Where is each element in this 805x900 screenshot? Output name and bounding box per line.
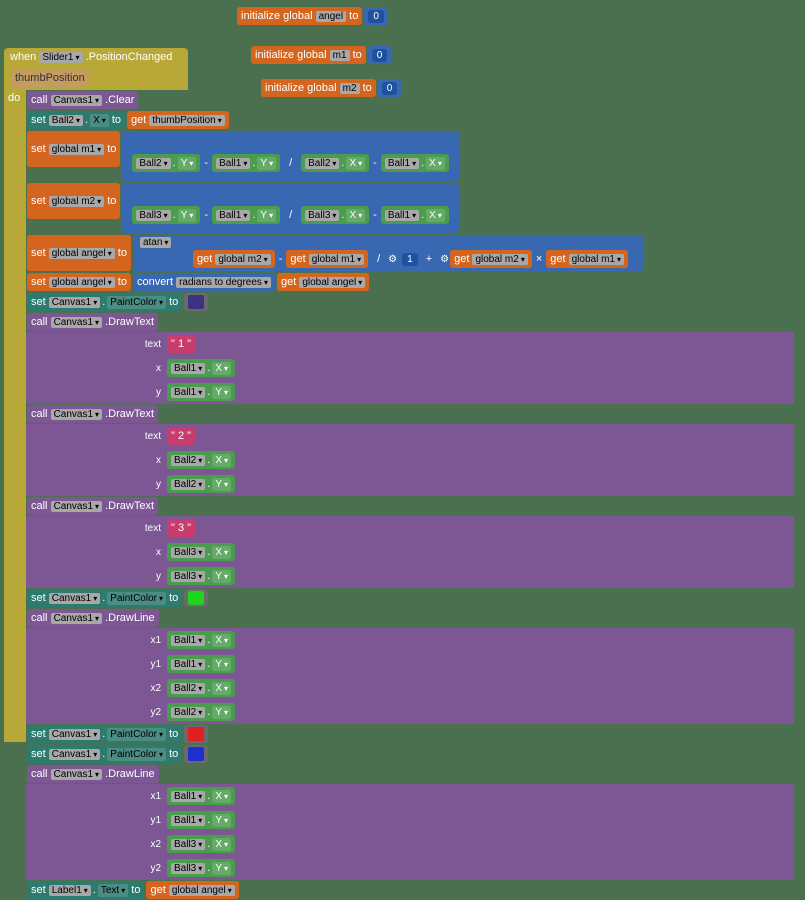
set-gangel-conv[interactable]: set global angel▾ to: [27, 273, 131, 291]
slider-dd[interactable]: Slider1▾: [39, 52, 82, 63]
set-gangel-atan[interactable]: set global angel▾ to: [27, 235, 131, 271]
gear-icon[interactable]: ⚙: [440, 254, 449, 265]
set-paint-green[interactable]: set Canvas1▾.PaintColor▾ to: [27, 589, 182, 607]
convert-block[interactable]: convert radians to degrees▾: [133, 273, 275, 291]
call-drawtext-3[interactable]: call Canvas1▾ .DrawText: [27, 497, 158, 515]
div-m1[interactable]: Ball2▾.Y▾ - Ball1▾.Y▾ / Ball2▾.X▾ - Ball…: [122, 131, 458, 181]
do-label: do: [8, 92, 20, 104]
color-swatch-dark: [188, 295, 204, 309]
set-gm1[interactable]: set global m1▾ to: [27, 131, 120, 167]
num-0-a[interactable]: 0: [364, 7, 388, 25]
color-swatch-blue: [188, 747, 204, 761]
get-thumb[interactable]: get thumbPosition▾: [127, 111, 229, 129]
gear-icon[interactable]: ⚙: [388, 254, 397, 265]
atan-block[interactable]: atan▾ get global m2▾ - get global m1▾ / …: [133, 235, 643, 271]
set-paint-dark[interactable]: set Canvas1▾.PaintColor▾ to: [27, 293, 182, 311]
param-thumb[interactable]: thumbPosition: [11, 69, 89, 87]
get-gangel[interactable]: get global angel▾: [146, 881, 238, 899]
init-angel[interactable]: initialize global angel to: [237, 7, 362, 25]
set-paint-red[interactable]: set Canvas1▾.PaintColor▾ to: [27, 725, 182, 743]
call-drawtext-2[interactable]: call Canvas1▾ .DrawText: [27, 405, 158, 423]
call-drawline-2[interactable]: call Canvas1▾ .DrawLine: [27, 765, 159, 783]
call-clear[interactable]: call Canvas1▾ .Clear: [27, 91, 138, 109]
var-angel[interactable]: angel: [316, 11, 346, 22]
set-gm2[interactable]: set global m2▾ to: [27, 183, 120, 219]
when-header[interactable]: when Slider1▾ .PositionChanged: [4, 48, 188, 66]
call-drawtext-1[interactable]: call Canvas1▾ .DrawText: [27, 313, 158, 331]
color-swatch-red: [188, 727, 204, 741]
call-drawline-1[interactable]: call Canvas1▾ .DrawLine: [27, 609, 159, 627]
color-swatch-green: [188, 591, 204, 605]
div-m2[interactable]: Ball3▾.Y▾ - Ball1▾.Y▾ / Ball3▾.X▾ - Ball…: [122, 183, 458, 233]
set-ball2-x[interactable]: set Ball2▾.X▾ to: [27, 111, 125, 129]
set-label1-text[interactable]: set Label1▾.Text▾ to: [27, 881, 144, 899]
